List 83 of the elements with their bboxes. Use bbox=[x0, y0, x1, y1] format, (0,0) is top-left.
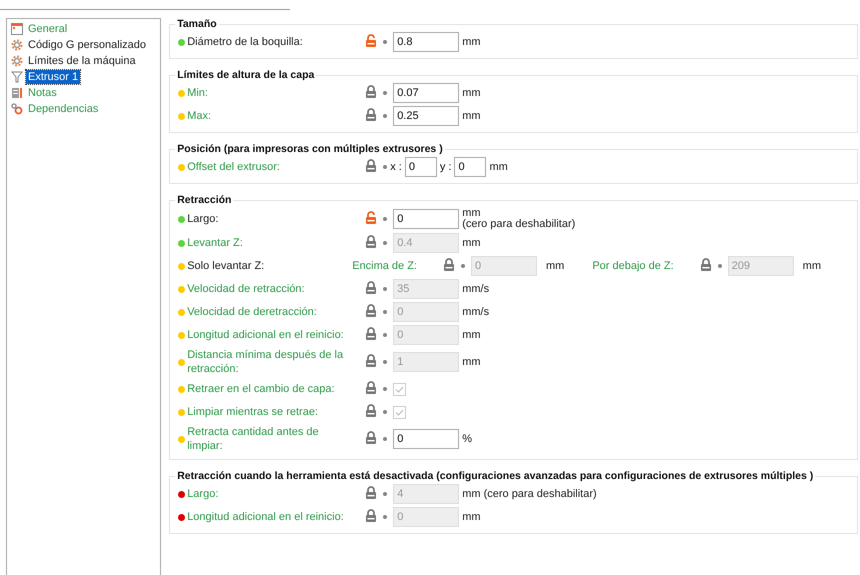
lock-icon[interactable] bbox=[365, 159, 378, 172]
dependencies-icon bbox=[11, 103, 23, 115]
unlocked-lock-icon[interactable] bbox=[365, 34, 378, 47]
tree-item[interactable]: General bbox=[26, 22, 70, 36]
unit-label: mm bbox=[462, 208, 482, 219]
bullet-icon bbox=[383, 437, 388, 441]
setting-label: Largo: bbox=[187, 212, 218, 226]
group-title: Retracción cuando la herramienta está desactivada (configuraciones avanzadas para configuraciones de extrusores múltiples ) bbox=[176, 470, 814, 482]
setting-label: Velocidad de deretracción: bbox=[187, 305, 317, 319]
group-title: Posición (para impresoras con múltiples extrusores ) bbox=[176, 143, 444, 155]
group-title: Tamaño bbox=[176, 18, 218, 30]
tree-item[interactable]: Notas bbox=[26, 86, 59, 100]
gear-icon bbox=[11, 39, 23, 51]
setting-label: Distancia mínima después de la retracción: bbox=[187, 348, 344, 376]
axis-label: y : bbox=[440, 161, 452, 173]
bullet-icon bbox=[383, 165, 388, 169]
lock-icon[interactable] bbox=[365, 431, 378, 444]
axis-label: x : bbox=[390, 161, 402, 173]
bullet-icon bbox=[383, 310, 388, 314]
lock-icon[interactable] bbox=[365, 108, 378, 121]
setting-label: Diámetro de la boquilla: bbox=[187, 35, 303, 49]
setting-label: Retraer en el cambio de capa: bbox=[187, 382, 335, 396]
setting-label: Velocidad de retracción: bbox=[187, 282, 305, 296]
unlocked-lock-icon[interactable] bbox=[365, 211, 378, 224]
setting-label: Max: bbox=[187, 109, 212, 123]
number-field[interactable]: 0.25 bbox=[393, 106, 460, 126]
notes-icon bbox=[11, 87, 23, 99]
setting-label: Offset del extrusor: bbox=[187, 160, 280, 174]
hint-text: (cero para deshabilitar) bbox=[462, 219, 576, 230]
unit-label: mm/s bbox=[462, 283, 490, 295]
bullet-icon bbox=[718, 264, 722, 268]
bullet-icon bbox=[383, 241, 388, 245]
setting-label: Limpiar mientras se retrae: bbox=[187, 405, 318, 419]
sub-label: Por debajo de Z: bbox=[592, 260, 674, 272]
tree-item[interactable]: Extrusor 1 bbox=[26, 70, 80, 84]
unit-label: mm bbox=[462, 237, 481, 249]
bullet-icon bbox=[383, 40, 388, 44]
bullet-icon bbox=[383, 287, 388, 291]
gear-icon bbox=[11, 55, 23, 67]
unit-label: mm bbox=[462, 110, 481, 122]
unit-label: mm bbox=[802, 260, 821, 272]
unit-label: mm/s bbox=[462, 306, 490, 318]
bullet-icon bbox=[461, 264, 465, 268]
setting-label: Levantar Z: bbox=[187, 236, 243, 250]
setting-label: Min: bbox=[187, 86, 208, 100]
unit-label: mm (cero para deshabilitar) bbox=[462, 488, 597, 500]
bullet-icon bbox=[383, 410, 388, 414]
tree-item[interactable]: Código G personalizado bbox=[26, 38, 148, 52]
number-field[interactable]: 0.07 bbox=[393, 83, 460, 103]
bullet-icon bbox=[383, 91, 388, 95]
unit-label: mm bbox=[489, 161, 508, 173]
bullet-icon bbox=[383, 492, 388, 496]
number-field[interactable]: 0 bbox=[393, 209, 460, 229]
tree-item[interactable]: Límites de la máquina bbox=[26, 54, 138, 68]
number-field[interactable]: 0 bbox=[404, 157, 437, 177]
bullet-icon bbox=[383, 114, 388, 118]
unit-label: mm bbox=[462, 36, 481, 48]
unit-label: mm bbox=[462, 511, 481, 523]
number-field[interactable]: 0.8 bbox=[393, 32, 460, 52]
funnel-icon bbox=[11, 71, 23, 83]
group-title: Límites de altura de la capa bbox=[176, 69, 316, 81]
number-field[interactable]: 0 bbox=[454, 157, 486, 177]
setting-label: Retracta cantidad antes de limpiar: bbox=[187, 425, 320, 453]
bullet-icon bbox=[383, 515, 388, 519]
bullet-icon bbox=[383, 387, 388, 391]
tree-item[interactable]: Dependencias bbox=[26, 102, 100, 116]
unit-label: mm bbox=[546, 260, 564, 272]
group-title: Retracción bbox=[176, 194, 232, 206]
setting-label: Largo: bbox=[187, 487, 218, 501]
unit-label: mm bbox=[462, 87, 481, 99]
setting-label: Longitud adicional en el reinicio: bbox=[187, 328, 344, 342]
setting-label: Solo levantar Z: bbox=[187, 259, 264, 273]
unit-label: mm bbox=[462, 329, 481, 341]
unit-label: mm bbox=[462, 356, 481, 368]
number-field[interactable]: 0 bbox=[393, 429, 460, 449]
unit-label: % bbox=[462, 433, 472, 445]
bullet-icon bbox=[383, 333, 388, 337]
setting-label: Longitud adicional en el reinicio: bbox=[187, 510, 344, 524]
bullet-icon bbox=[383, 360, 388, 364]
sub-label: Encima de Z: bbox=[352, 260, 417, 272]
bullet-icon bbox=[383, 217, 388, 221]
window-icon bbox=[11, 23, 23, 35]
lock-icon[interactable] bbox=[365, 85, 378, 98]
